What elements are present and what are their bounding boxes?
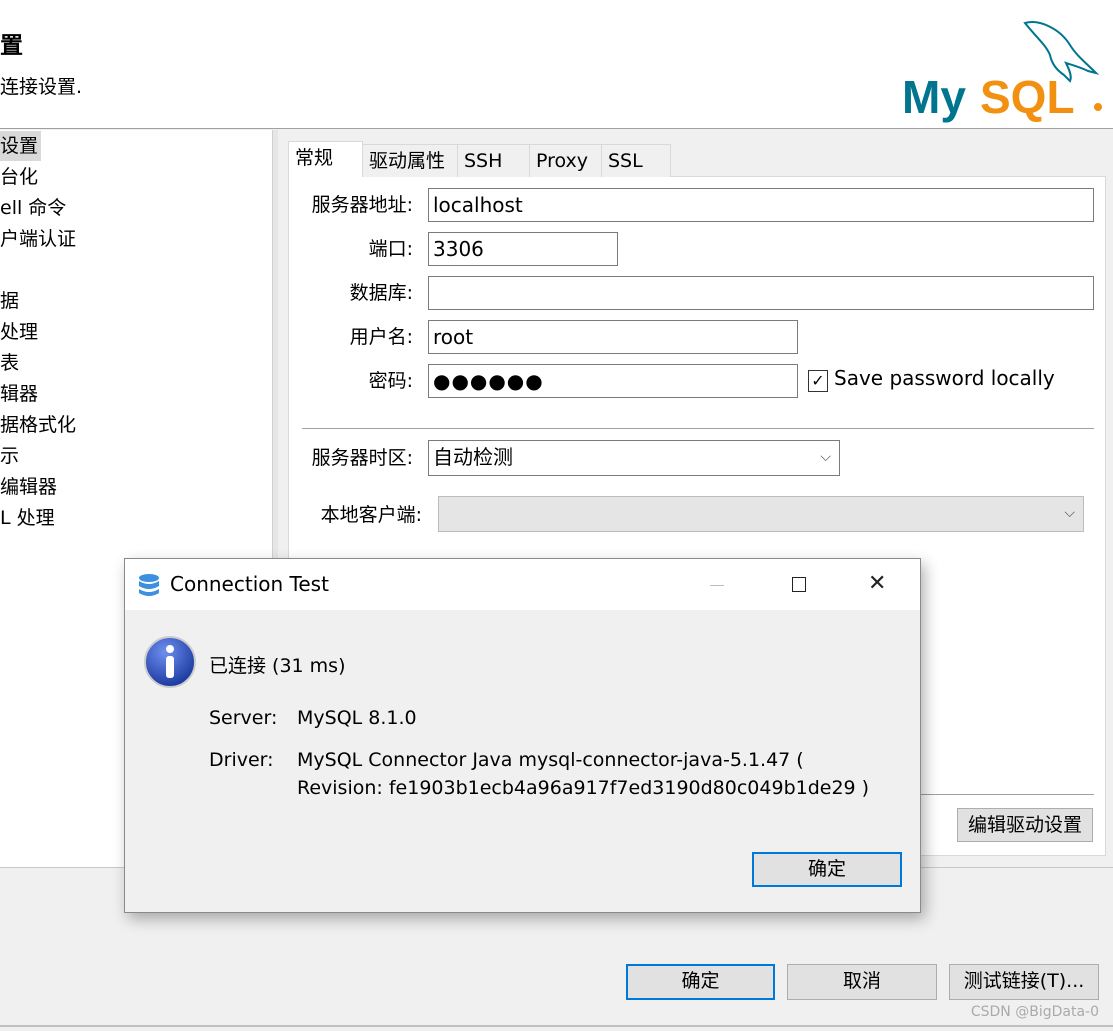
nav-item[interactable]: 设置 bbox=[0, 131, 42, 161]
nav-item[interactable]: 户端认证 bbox=[0, 224, 79, 254]
driver-value-line2: Revision: fe1903b1ecb4a96a917f7ed3190d80… bbox=[297, 777, 870, 799]
timezone-value: 自动检测 bbox=[433, 445, 513, 469]
svg-text:My: My bbox=[902, 71, 966, 123]
header: 置 连接设置. My SQL bbox=[0, 0, 1113, 129]
tab-ssh[interactable]: SSH bbox=[457, 144, 530, 177]
port-label: 端口: bbox=[368, 238, 413, 260]
edit-driver-button[interactable]: 编辑驱动设置 bbox=[957, 808, 1093, 842]
chevron-down-icon: ⌵ bbox=[820, 449, 831, 465]
cancel-button[interactable]: 取消 bbox=[787, 964, 937, 1000]
mysql-logo: My SQL bbox=[902, 21, 1102, 123]
server-label: Server: bbox=[209, 707, 278, 729]
watermark: CSDN @BigData-0 bbox=[970, 1004, 1099, 1020]
database-input[interactable] bbox=[428, 276, 1094, 310]
divider bbox=[302, 428, 1094, 429]
database-label: 数据库: bbox=[349, 282, 413, 304]
test-connection-button[interactable]: 测试链接(T)... bbox=[949, 964, 1099, 1000]
info-icon bbox=[144, 636, 196, 688]
tab-driver-properties[interactable]: 驱动属性 bbox=[362, 144, 458, 177]
minimize-icon[interactable] bbox=[710, 585, 724, 586]
nav-item[interactable]: 表 bbox=[0, 348, 22, 378]
timezone-select[interactable]: 自动检测 ⌵ bbox=[428, 440, 840, 476]
tab-ssl[interactable]: SSL bbox=[601, 144, 671, 177]
svg-text:SQL: SQL bbox=[980, 71, 1075, 123]
port-input[interactable]: 3306 bbox=[428, 232, 618, 266]
maximize-icon[interactable] bbox=[792, 577, 806, 592]
nav-item[interactable]: 处理 bbox=[0, 317, 41, 347]
password-label: 密码: bbox=[368, 370, 413, 392]
connection-status: 已连接 (31 ms) bbox=[209, 655, 346, 677]
password-input[interactable]: ●●●●●● bbox=[428, 364, 798, 398]
dialog-title: Connection Test bbox=[170, 572, 329, 596]
connection-test-dialog: Connection Test ✕ 已连接 (31 ms) Server: My… bbox=[124, 558, 921, 913]
nav-item[interactable]: 编辑器 bbox=[0, 472, 60, 502]
database-icon bbox=[139, 574, 159, 596]
local-client-label: 本地客户端: bbox=[320, 504, 422, 526]
host-label: 服务器地址: bbox=[311, 194, 413, 216]
tab-general[interactable]: 常规 bbox=[288, 141, 363, 177]
nav-item[interactable]: 示 bbox=[0, 441, 22, 471]
page-title: 置 bbox=[0, 33, 23, 59]
tab-proxy[interactable]: Proxy bbox=[529, 144, 602, 177]
dialog-titlebar[interactable]: Connection Test ✕ bbox=[125, 559, 920, 610]
nav-item[interactable]: L 处理 bbox=[0, 503, 58, 533]
nav-item[interactable]: ell 命令 bbox=[0, 193, 69, 223]
username-input[interactable]: root bbox=[428, 320, 798, 354]
chevron-down-icon: ⌵ bbox=[1064, 505, 1075, 521]
save-password-label[interactable]: Save password locally bbox=[834, 366, 1055, 390]
nav-item[interactable]: 据 bbox=[0, 286, 22, 316]
driver-value-line1: MySQL Connector Java mysql-connector-jav… bbox=[297, 749, 804, 771]
server-value: MySQL 8.1.0 bbox=[297, 707, 417, 729]
driver-label: Driver: bbox=[209, 749, 274, 771]
host-input[interactable]: localhost bbox=[428, 188, 1094, 222]
username-label: 用户名: bbox=[349, 326, 413, 348]
timezone-label: 服务器时区: bbox=[311, 447, 413, 469]
local-client-select[interactable]: ⌵ bbox=[438, 496, 1084, 532]
ok-button[interactable]: 确定 bbox=[626, 964, 775, 1000]
divider bbox=[920, 794, 1094, 795]
close-icon[interactable]: ✕ bbox=[868, 569, 886, 599]
page-subtitle: 连接设置. bbox=[0, 76, 83, 98]
checkmark-icon: ✓ bbox=[811, 371, 825, 390]
nav-item[interactable]: 辑器 bbox=[0, 379, 41, 409]
nav-item[interactable]: 台化 bbox=[0, 162, 41, 192]
divider bbox=[0, 1025, 1113, 1027]
save-password-checkbox[interactable]: ✓ bbox=[808, 370, 828, 392]
dialog-ok-button[interactable]: 确定 bbox=[752, 852, 902, 887]
nav-item[interactable]: 据格式化 bbox=[0, 410, 79, 440]
